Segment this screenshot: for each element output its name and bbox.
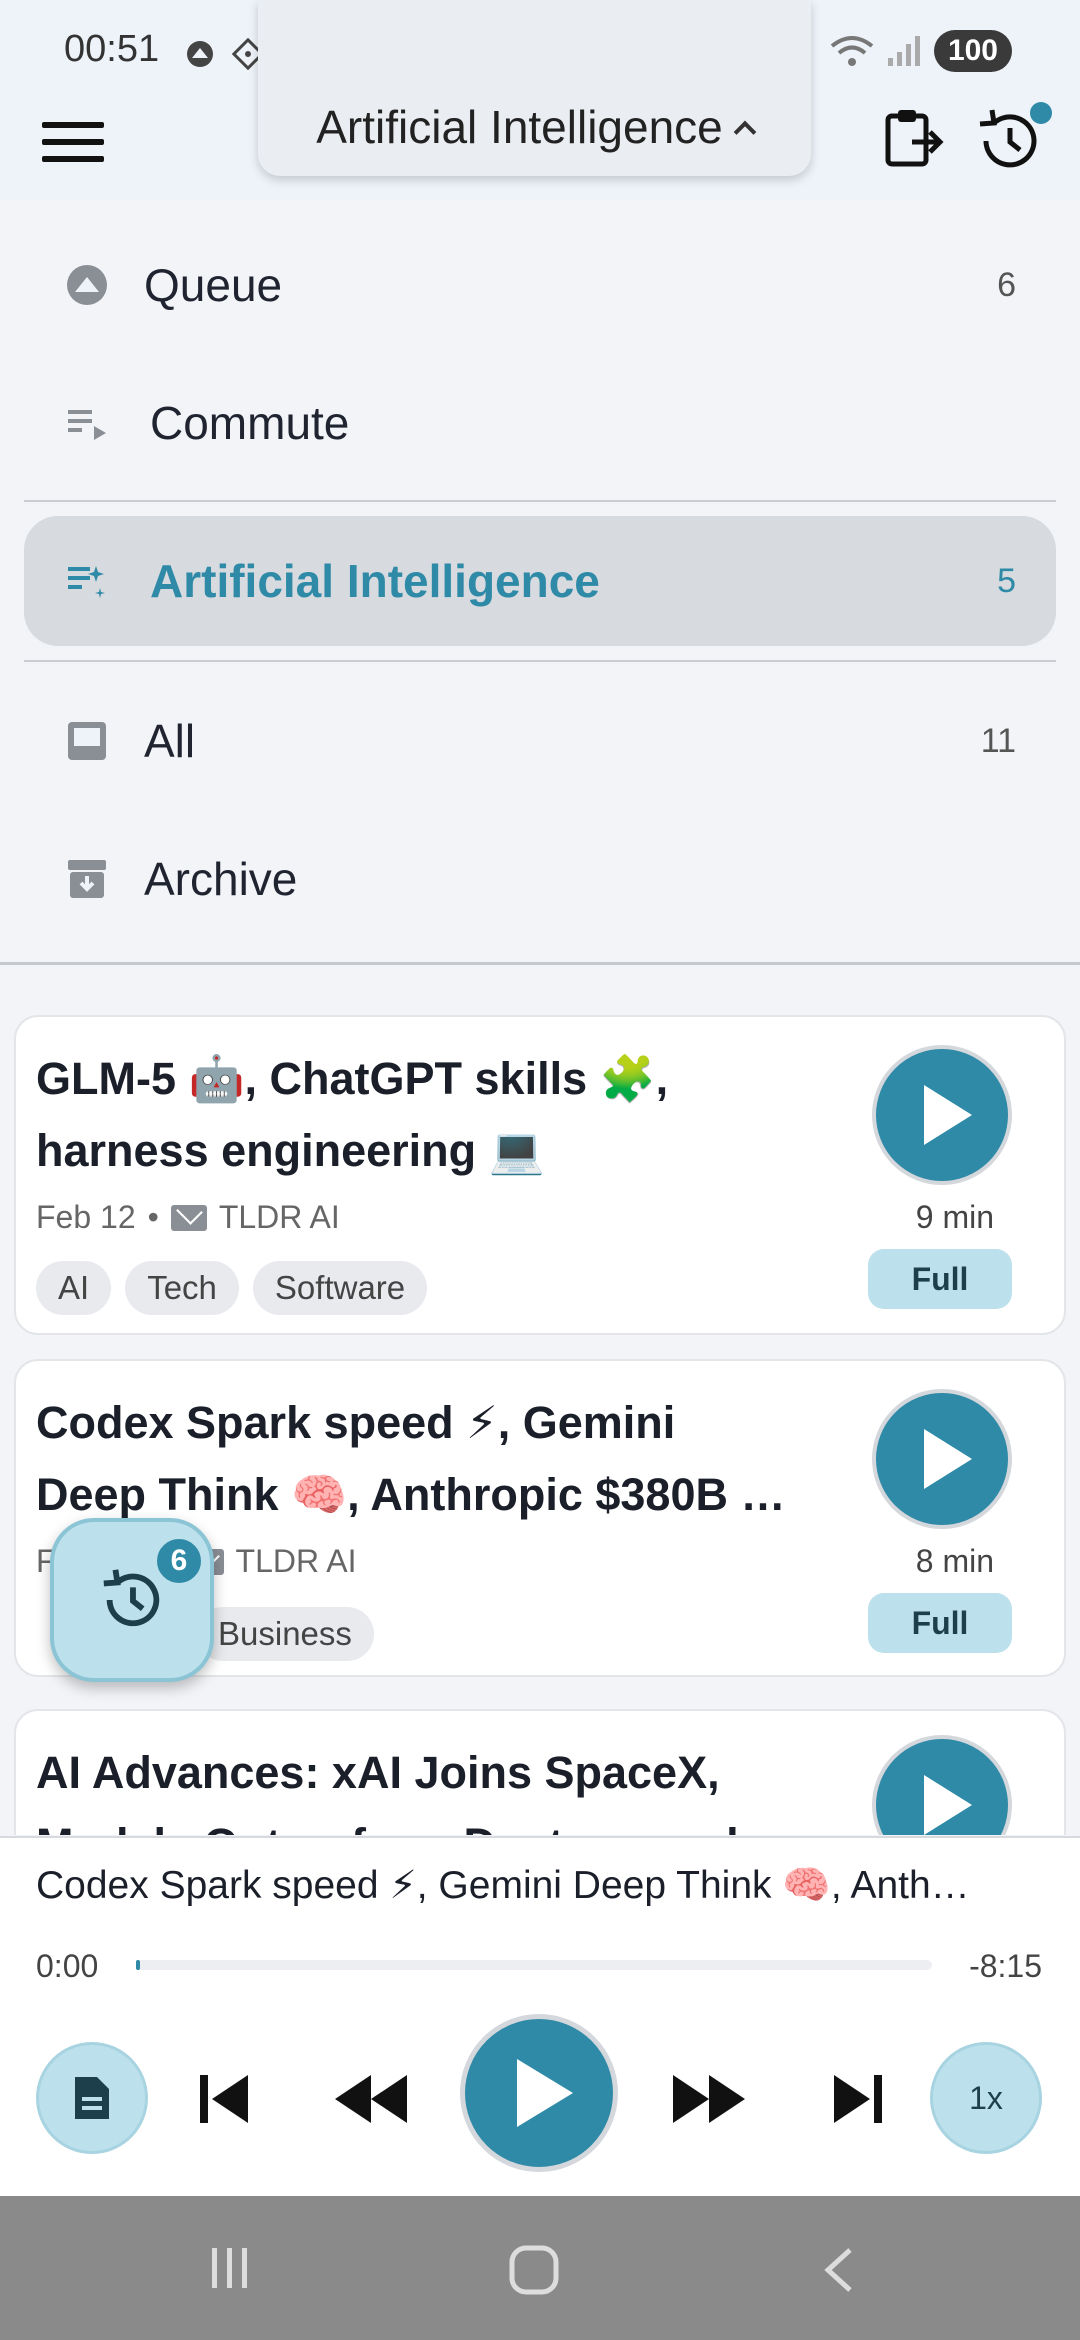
playlist-sparkle-icon <box>68 566 105 598</box>
episode-card[interactable]: AI Advances: xAI Joins SpaceX, Models Ou… <box>14 1709 1066 1835</box>
episode-title-line: GLM-5 🤖, ChatGPT skills 🧩, <box>36 1053 669 1104</box>
history-button[interactable] <box>972 102 1052 178</box>
nav-label: Archive <box>144 853 298 905</box>
playlist-dropdown[interactable]: Artificial Intelligence <box>258 0 811 176</box>
menu-icon[interactable] <box>38 112 108 172</box>
skip-previous-icon <box>200 2075 248 2123</box>
history-notification-dot <box>1030 102 1052 124</box>
recent-apps-icon[interactable] <box>206 2244 254 2292</box>
skip-next-icon <box>834 2075 882 2123</box>
episode-duration: 9 min <box>915 1199 994 1235</box>
nav-item-commute[interactable]: Commute <box>24 358 1056 488</box>
episode-date: Feb 12 <box>36 1199 136 1235</box>
elapsed-time: 0:00 <box>36 1948 99 1984</box>
clipboard-import-icon[interactable] <box>878 104 948 174</box>
playlist-nav: Queue 6 Commute Artificial Intelligence … <box>0 200 1080 964</box>
rewind-icon <box>335 2075 407 2123</box>
nav-label: All <box>144 715 196 767</box>
episode-title-line: Codex Spark speed ⚡, Gemini <box>36 1397 676 1448</box>
battery-indicator: 100 <box>933 30 1012 72</box>
nav-label: Artificial Intelligence <box>150 555 600 607</box>
skip-next-button[interactable] <box>818 2064 898 2134</box>
mini-player: Codex Spark speed ⚡, Gemini Deep Think 🧠… <box>0 1836 1080 2196</box>
playlist-play-icon <box>68 410 106 440</box>
app-notification-icon <box>187 41 213 67</box>
tag[interactable]: Business <box>196 1607 374 1661</box>
nav-item-all[interactable]: All 11 <box>24 676 1056 806</box>
inbox-icon <box>68 722 106 760</box>
episode-title-line: AI Advances: xAI Joins SpaceX, <box>36 1747 720 1798</box>
now-playing-title[interactable]: Codex Spark speed ⚡, Gemini Deep Think 🧠… <box>36 1862 1046 1908</box>
play-icon <box>924 1775 972 1835</box>
mail-icon <box>170 1204 207 1231</box>
full-mode-button[interactable]: Full <box>868 1593 1012 1653</box>
wifi-icon <box>830 36 874 66</box>
queue-icon <box>67 265 107 305</box>
main-play-button[interactable] <box>460 2014 618 2172</box>
nav-count: 5 <box>997 561 1016 600</box>
archive-icon <box>68 860 106 898</box>
document-icon <box>75 2077 109 2119</box>
nav-count: 6 <box>997 265 1016 304</box>
meta-separator: • <box>147 1199 159 1235</box>
status-indicators: 100 <box>830 30 1012 72</box>
play-button[interactable] <box>872 1045 1012 1185</box>
episode-meta: Feb 12 • TLDR AI <box>36 1199 340 1236</box>
nav-item-archive[interactable]: Archive <box>24 814 1056 944</box>
tag[interactable]: Tech <box>125 1261 239 1315</box>
fast-forward-icon <box>673 2075 745 2123</box>
signal-icon <box>887 36 920 66</box>
home-icon[interactable] <box>508 2244 560 2296</box>
rewind-button[interactable] <box>326 2064 416 2134</box>
episode-title: GLM-5 🤖, ChatGPT skills 🧩, harness engin… <box>36 1043 856 1187</box>
play-icon <box>924 1085 972 1145</box>
nav-label: Queue <box>144 259 283 311</box>
remaining-time: -8:15 <box>969 1948 1042 1984</box>
history-count-badge: 6 <box>154 1536 204 1586</box>
tag[interactable]: Software <box>252 1261 428 1315</box>
history-fab[interactable]: 6 <box>50 1518 214 1682</box>
episode-title-line: Models Outperform Doctors, and <box>36 1809 856 1835</box>
full-mode-button[interactable]: Full <box>868 1249 1012 1309</box>
playback-speed-button[interactable]: 1x <box>930 2042 1042 2154</box>
progress-bar[interactable] <box>136 1960 932 1970</box>
episode-source: TLDR AI <box>235 1543 357 1579</box>
progress-fill <box>136 1960 140 1970</box>
tag[interactable]: AI <box>36 1261 112 1315</box>
episode-title: AI Advances: xAI Joins SpaceX, Models Ou… <box>36 1737 856 1835</box>
back-icon[interactable] <box>818 2244 858 2296</box>
tag-list: Business <box>196 1607 374 1661</box>
playback-speed-label: 1x <box>969 2079 1003 2116</box>
episode-title: Codex Spark speed ⚡, Gemini Deep Think 🧠… <box>36 1387 856 1531</box>
play-button[interactable] <box>872 1735 1012 1835</box>
episode-title-line: harness engineering 💻 <box>36 1125 545 1176</box>
system-navigation-bar <box>0 2196 1080 2340</box>
episode-source: TLDR AI <box>218 1199 340 1235</box>
divider <box>24 660 1056 662</box>
app-header: 00:51 100 Artificial Intelligence <box>0 0 1080 200</box>
play-button[interactable] <box>872 1389 1012 1529</box>
episode-duration: 8 min <box>915 1543 994 1579</box>
transcript-button[interactable] <box>36 2042 148 2154</box>
fast-forward-button[interactable] <box>664 2064 754 2134</box>
nav-label: Commute <box>150 397 350 449</box>
nav-count: 11 <box>980 721 1016 760</box>
episode-list: GLM-5 🤖, ChatGPT skills 🧩, harness engin… <box>0 965 1080 1835</box>
nav-item-queue[interactable]: Queue 6 <box>24 220 1056 350</box>
play-icon <box>924 1429 972 1489</box>
play-icon <box>517 2059 573 2127</box>
chevron-up-icon <box>733 120 757 144</box>
skip-previous-button[interactable] <box>184 2064 264 2134</box>
episode-card[interactable]: GLM-5 🤖, ChatGPT skills 🧩, harness engin… <box>14 1015 1066 1335</box>
nav-item-artificial-intelligence[interactable]: Artificial Intelligence 5 <box>24 516 1056 646</box>
tag-list: AI Tech Software <box>36 1261 428 1315</box>
divider <box>24 500 1056 502</box>
playlist-title: Artificial Intelligence <box>316 101 723 153</box>
status-time: 00:51 <box>64 28 160 70</box>
